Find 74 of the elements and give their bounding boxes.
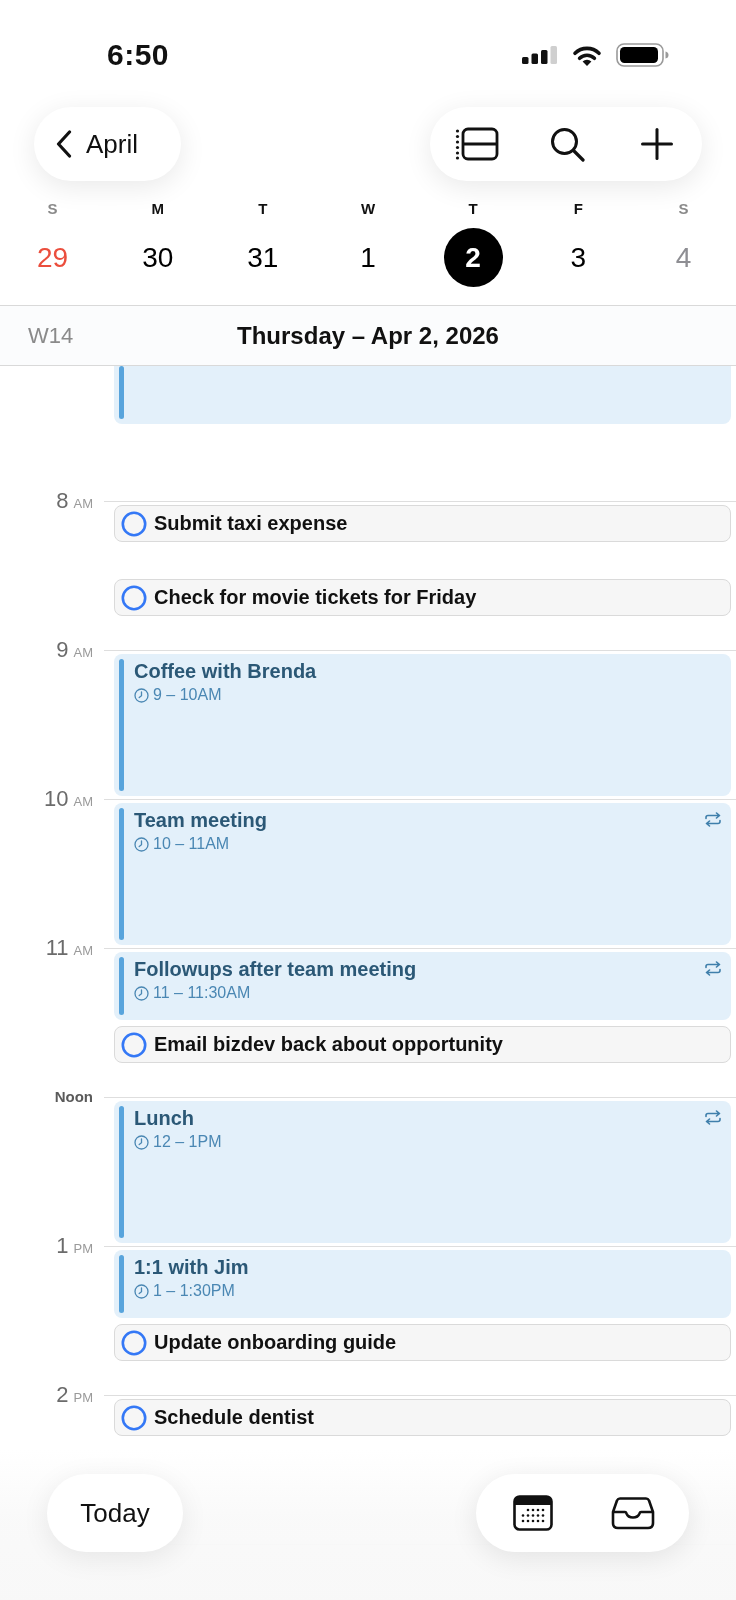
date-button[interactable]: 3 xyxy=(548,228,608,287)
weekday-label: M xyxy=(151,200,164,218)
task-title: Check for movie tickets for Friday xyxy=(154,586,477,609)
weekday-label: S xyxy=(678,200,689,218)
hour-label: 2 xyxy=(56,1382,69,1408)
task-checkbox[interactable] xyxy=(121,584,147,611)
status-time: 6:50 xyxy=(107,37,170,73)
hour-label: 10 xyxy=(44,786,69,812)
weekday-label: F xyxy=(573,200,583,218)
hour-label: 8 xyxy=(56,488,69,514)
task-title: Email bizdev back about opportunity xyxy=(154,1033,503,1056)
weekday-label: T xyxy=(468,200,478,218)
clock-icon xyxy=(134,836,149,852)
meridiem-label: PM xyxy=(73,1390,93,1405)
meridiem-label: AM xyxy=(73,496,93,511)
event-time: 11 – 11:30AM xyxy=(153,983,251,1003)
event-card[interactable]: Coffee with Brenda 9 – 10AM xyxy=(114,654,731,796)
event-time: 12 – 1PM xyxy=(153,1132,222,1152)
event-title: Team meeting xyxy=(134,808,267,833)
task-card[interactable]: Update onboarding guide xyxy=(114,1324,731,1361)
meridiem-label: AM xyxy=(73,943,93,958)
task-checkbox[interactable] xyxy=(121,1404,147,1431)
weekday-label: S xyxy=(47,200,58,218)
date-button[interactable]: 31 xyxy=(233,228,293,287)
hour-label: 1 xyxy=(56,1233,69,1259)
battery-icon xyxy=(616,43,669,67)
event-time: 10 – 11AM xyxy=(153,834,230,854)
event-title: Lunch xyxy=(134,1106,194,1131)
clock-icon xyxy=(134,1134,149,1150)
clock-icon xyxy=(134,985,149,1001)
event-time: 9 – 10AM xyxy=(153,685,222,705)
hour-label: 11 xyxy=(45,935,69,961)
date-button[interactable]: 29 xyxy=(23,228,83,287)
clock-icon xyxy=(134,687,149,703)
day-title: Thursday – Apr 2, 2026 xyxy=(237,321,499,350)
task-title: Schedule dentist xyxy=(154,1406,315,1429)
weekday-label: T xyxy=(258,200,268,218)
task-title: Update onboarding guide xyxy=(154,1331,397,1354)
weekday-label: W xyxy=(360,200,376,218)
task-card[interactable]: Check for movie tickets for Friday xyxy=(114,579,731,616)
meridiem-label: PM xyxy=(73,1241,93,1256)
signal-icon xyxy=(522,46,558,64)
event-title: Followups after team meeting xyxy=(134,957,417,982)
event-card[interactable]: Lunch 12 – 1PM xyxy=(114,1101,731,1243)
task-card[interactable]: Schedule dentist xyxy=(114,1399,731,1436)
clock-icon xyxy=(134,1283,149,1299)
event-title: Coffee with Brenda xyxy=(134,659,317,684)
event-card[interactable]: Team meeting 10 – 11AM xyxy=(114,803,731,945)
date-button[interactable]: 1 xyxy=(338,228,398,287)
task-checkbox[interactable] xyxy=(121,510,147,537)
meridiem-label: AM xyxy=(73,645,93,660)
search-icon xyxy=(549,126,585,162)
hour-label: Noon xyxy=(54,1087,93,1107)
tray-icon xyxy=(610,1496,655,1530)
meridiem-label: AM xyxy=(73,794,93,809)
hour-label: 9 xyxy=(56,637,69,663)
task-card[interactable]: Email bizdev back about opportunity xyxy=(114,1026,731,1063)
event-card[interactable]: Followups after team meeting 11 – 11:30AM xyxy=(114,952,731,1020)
today-button[interactable]: Today xyxy=(47,1474,183,1552)
plus-icon xyxy=(641,128,673,160)
rows-icon xyxy=(455,127,499,161)
task-card[interactable]: Submit taxi expense xyxy=(114,505,731,542)
date-button[interactable]: 2 xyxy=(443,228,503,287)
week-number: W14 xyxy=(27,322,74,349)
chevron-left-icon xyxy=(56,130,72,158)
event-time: 1 – 1:30PM xyxy=(153,1281,235,1301)
event-title: 1:1 with Jim xyxy=(134,1255,249,1280)
date-button[interactable]: 30 xyxy=(128,228,188,287)
calendar-icon xyxy=(512,1495,553,1531)
back-button[interactable]: April xyxy=(34,107,181,181)
task-checkbox[interactable] xyxy=(121,1329,147,1356)
event-card[interactable]: 1:1 with Jim 1 – 1:30PM xyxy=(114,1250,731,1318)
task-title: Submit taxi expense xyxy=(154,512,348,535)
task-checkbox[interactable] xyxy=(121,1031,147,1058)
